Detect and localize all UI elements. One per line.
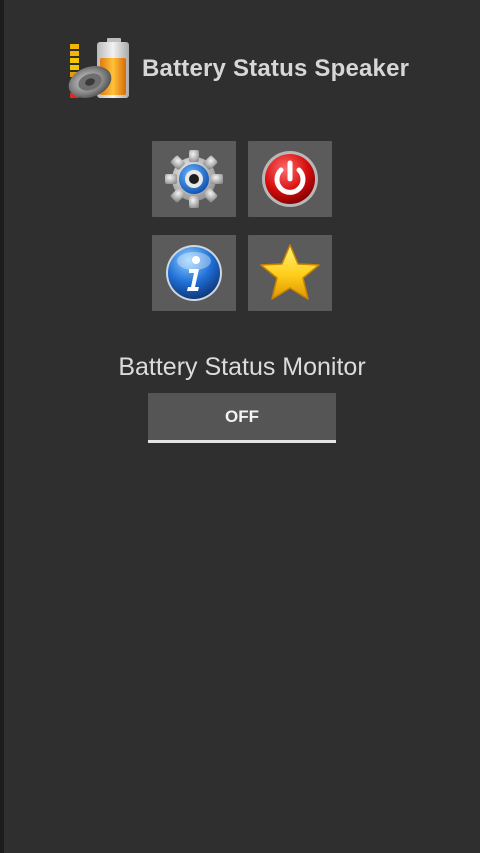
settings-button[interactable] <box>152 141 236 217</box>
info-icon <box>163 242 225 304</box>
app-title: Battery Status Speaker <box>142 55 410 82</box>
app-header: Battery Status Speaker <box>64 36 409 102</box>
screen-edge <box>0 0 4 853</box>
battery-speaker-icon <box>64 36 130 102</box>
rate-button[interactable] <box>248 235 332 311</box>
info-button[interactable] <box>152 235 236 311</box>
power-button[interactable] <box>248 141 332 217</box>
power-icon <box>259 148 321 210</box>
star-icon <box>258 242 322 304</box>
gear-icon <box>163 148 225 210</box>
monitor-label: Battery Status Monitor <box>118 353 366 381</box>
monitor-toggle-button[interactable]: OFF <box>148 393 336 443</box>
